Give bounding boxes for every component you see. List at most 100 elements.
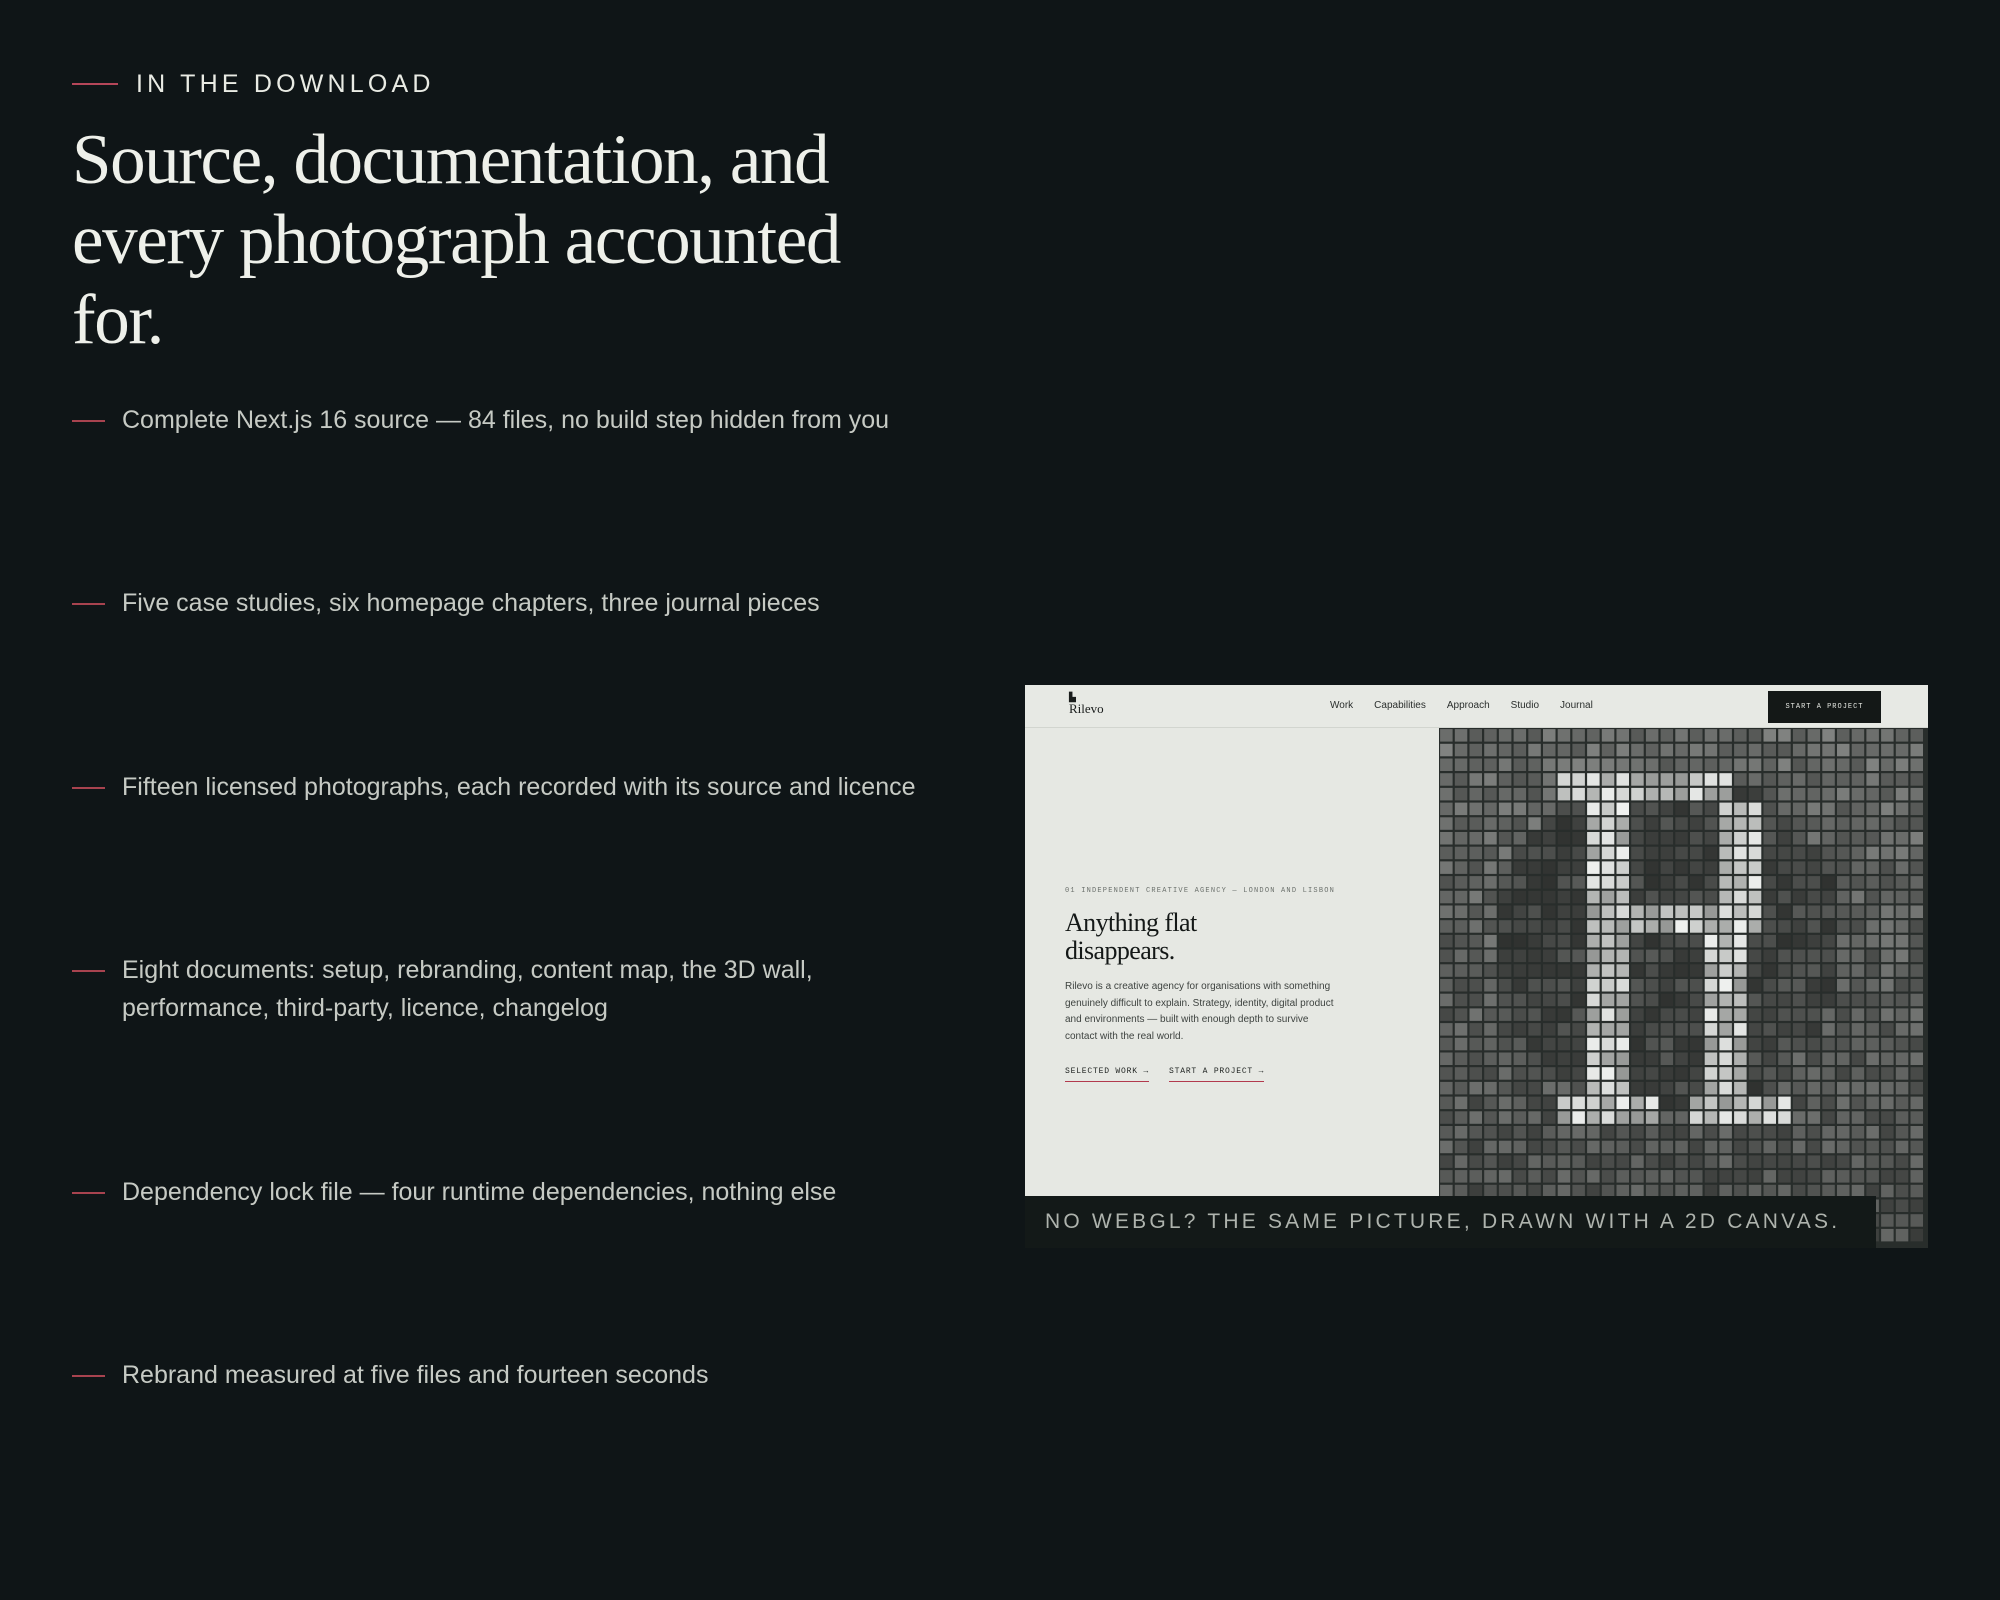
tile (1807, 846, 1821, 860)
tile (1792, 861, 1806, 874)
tile (1734, 832, 1747, 845)
tile (1866, 964, 1879, 977)
tile (1469, 1170, 1482, 1183)
tile (1469, 876, 1482, 889)
tile (1513, 1170, 1527, 1183)
tile (1616, 1096, 1629, 1110)
tile (1690, 1037, 1703, 1051)
tile (1498, 802, 1512, 816)
tile (1792, 1111, 1806, 1124)
tile (1528, 1111, 1541, 1124)
tile (1440, 934, 1453, 948)
tile (1469, 905, 1482, 918)
tile (1881, 1067, 1894, 1080)
tile (1543, 905, 1556, 918)
tile (1572, 729, 1585, 742)
tile (1543, 979, 1556, 992)
tile (1454, 1037, 1468, 1051)
tile (1454, 934, 1468, 948)
tile (1837, 1037, 1850, 1051)
tile (1910, 1199, 1923, 1212)
tile (1748, 979, 1762, 992)
tile (1498, 949, 1512, 963)
tile (1866, 993, 1879, 1007)
tile (1734, 758, 1747, 771)
tile (1484, 846, 1497, 860)
tile (1601, 1052, 1615, 1065)
tile (1690, 934, 1703, 948)
tile (1601, 802, 1615, 816)
tile (1513, 905, 1527, 918)
tile (1645, 861, 1659, 874)
tile (1660, 979, 1674, 992)
tile (1675, 729, 1688, 742)
tile (1454, 1023, 1468, 1036)
tile (1601, 773, 1615, 786)
tile (1866, 949, 1879, 963)
tile (1895, 1096, 1909, 1110)
tile (1557, 1067, 1571, 1080)
tile (1440, 1170, 1453, 1183)
tile (1601, 920, 1615, 933)
tile (1543, 1067, 1556, 1080)
tile (1454, 949, 1468, 963)
tile (1690, 846, 1703, 860)
tile (1454, 743, 1468, 757)
tile (1778, 905, 1791, 918)
tile (1851, 905, 1865, 918)
tile (1895, 1008, 1909, 1021)
tile (1719, 1067, 1732, 1080)
tile (1513, 1111, 1527, 1124)
tile (1543, 1037, 1556, 1051)
tile (1866, 1008, 1879, 1021)
tile (1631, 743, 1644, 757)
tile (1807, 861, 1821, 874)
tile (1484, 758, 1497, 771)
tile (1851, 773, 1865, 786)
tile (1587, 964, 1600, 977)
tile (1837, 1140, 1850, 1154)
tile (1851, 890, 1865, 904)
tile (1601, 949, 1615, 963)
tile (1910, 1023, 1923, 1036)
tile (1690, 1081, 1703, 1095)
tile (1734, 905, 1747, 918)
tile (1837, 1023, 1850, 1036)
tile (1675, 861, 1688, 874)
tile (1778, 1126, 1791, 1139)
tile (1866, 1140, 1879, 1154)
tile (1851, 1170, 1865, 1183)
tile (1895, 1067, 1909, 1080)
preview-start-project-link: START A PROJECT → (1169, 1067, 1265, 1082)
feature-dash (72, 970, 105, 972)
tile (1557, 817, 1571, 830)
tile (1616, 1155, 1629, 1168)
tile (1601, 861, 1615, 874)
tile (1851, 832, 1865, 845)
tile (1498, 832, 1512, 845)
tile (1881, 802, 1894, 816)
tile (1513, 1126, 1527, 1139)
tile (1469, 1140, 1482, 1154)
tile (1719, 920, 1732, 933)
tile (1616, 1023, 1629, 1036)
tile (1807, 1052, 1821, 1065)
tile (1557, 905, 1571, 918)
eyebrow-label: IN THE DOWNLOAD (136, 69, 435, 98)
tile (1734, 817, 1747, 830)
tile (1763, 1037, 1776, 1051)
tile (1498, 905, 1512, 918)
tile (1778, 934, 1791, 948)
tile (1690, 832, 1703, 845)
tile (1837, 1067, 1850, 1080)
tile (1440, 1155, 1453, 1168)
tile (1748, 890, 1762, 904)
tile (1513, 979, 1527, 992)
tile (1675, 1037, 1688, 1051)
tile (1484, 1140, 1497, 1154)
tile (1484, 1008, 1497, 1021)
tile (1675, 802, 1688, 816)
tile (1807, 1037, 1821, 1051)
tile (1440, 743, 1453, 757)
tile (1719, 905, 1732, 918)
